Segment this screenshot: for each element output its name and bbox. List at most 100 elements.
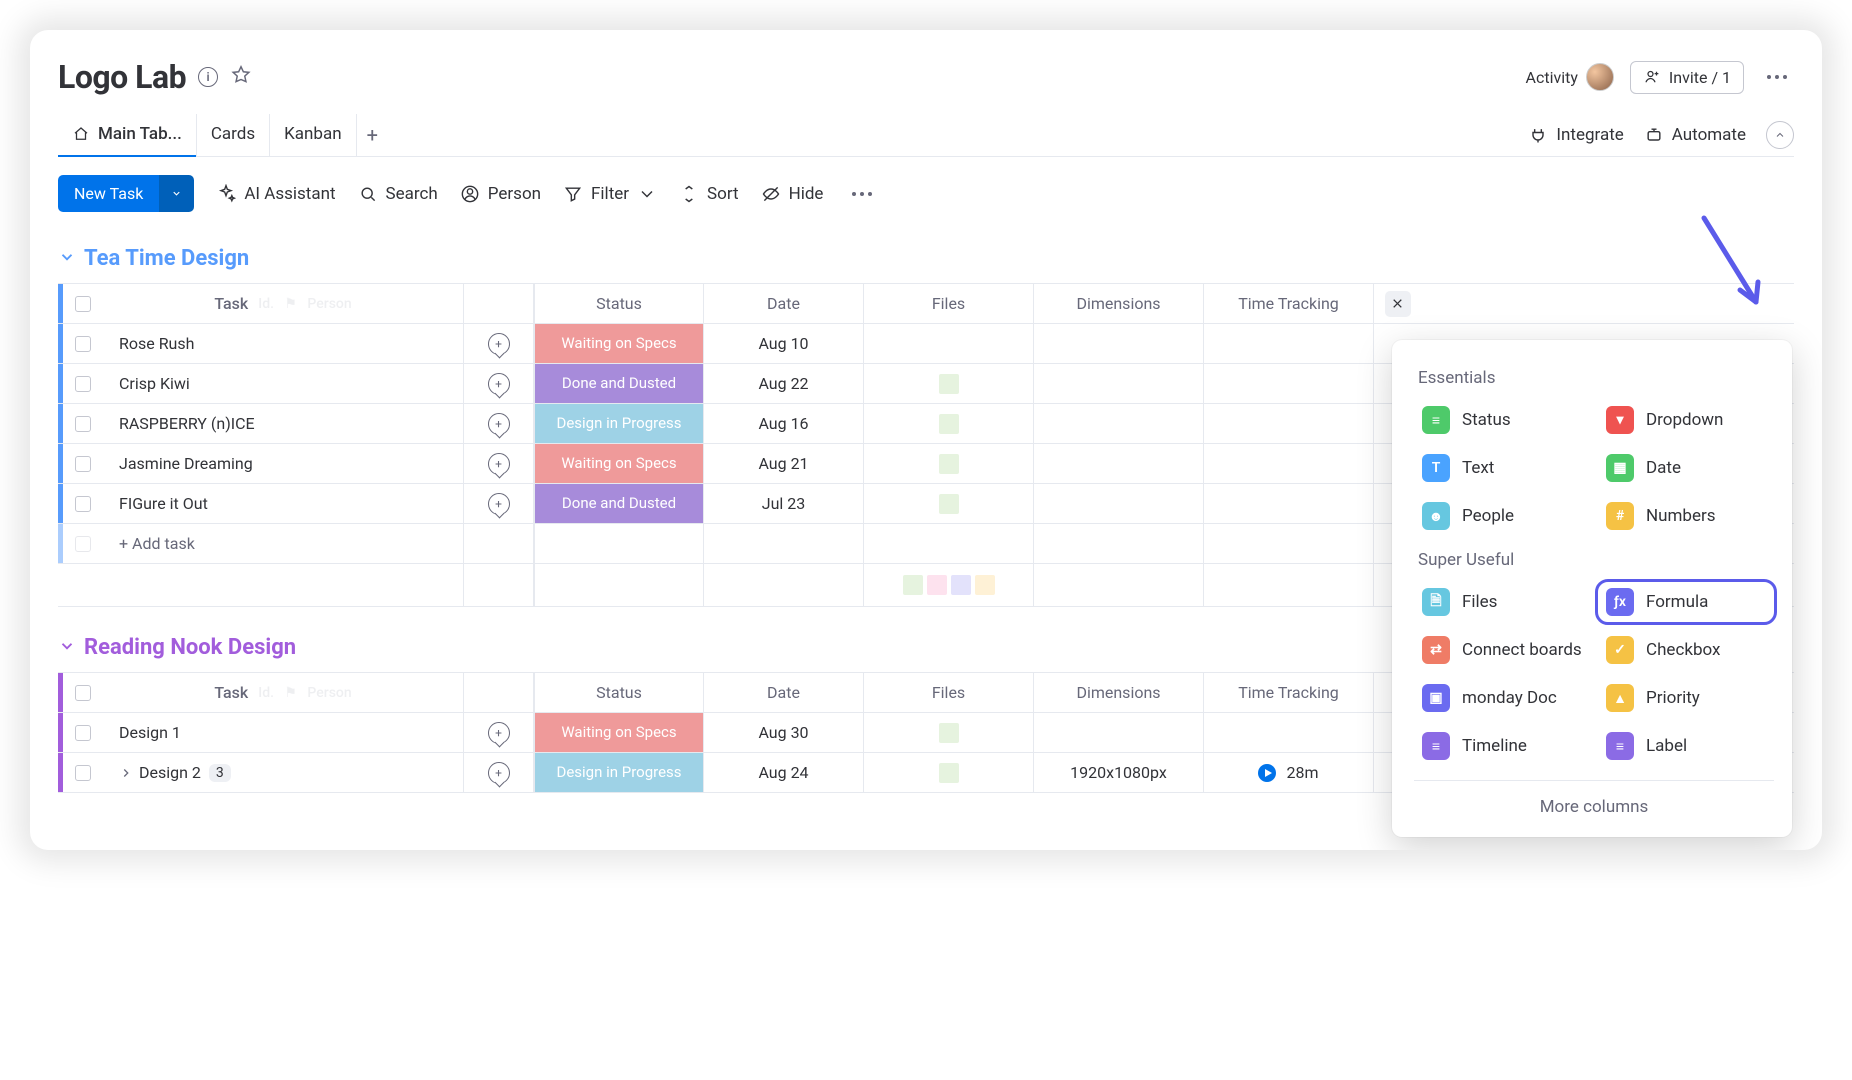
row-checkbox[interactable]	[75, 725, 91, 741]
status-cell[interactable]: Design in Progress	[535, 753, 703, 792]
integrate-button[interactable]: Integrate	[1528, 125, 1623, 145]
time-tracking-cell[interactable]	[1203, 713, 1373, 752]
column-type-option[interactable]: ƒxFormula	[1598, 582, 1774, 622]
dimensions-cell[interactable]	[1033, 364, 1203, 403]
col-header-time-tracking[interactable]: Time Tracking	[1203, 284, 1373, 323]
task-name-cell[interactable]: Jasmine Dreaming	[103, 444, 463, 483]
column-type-option[interactable]: ▲Priority	[1598, 678, 1774, 718]
date-cell[interactable]: Aug 24	[703, 753, 863, 792]
automate-button[interactable]: Automate	[1644, 125, 1746, 145]
date-cell[interactable]: Jul 23	[703, 484, 863, 523]
conversation-icon[interactable]: +	[488, 453, 510, 475]
column-type-option[interactable]: ☻People	[1414, 496, 1590, 536]
row-checkbox[interactable]	[75, 376, 91, 392]
col-header-time-tracking[interactable]: Time Tracking	[1203, 673, 1373, 712]
hide-button[interactable]: Hide	[761, 184, 824, 204]
files-cell[interactable]	[863, 713, 1033, 752]
conversation-icon[interactable]: +	[488, 762, 510, 784]
col-header-date[interactable]: Date	[703, 284, 863, 323]
status-cell[interactable]: Design in Progress	[535, 404, 703, 443]
tab-main-table[interactable]: Main Tab...	[58, 114, 197, 156]
ai-assistant-button[interactable]: AI Assistant	[216, 184, 335, 204]
col-header-dimensions[interactable]: Dimensions	[1033, 673, 1203, 712]
sort-button[interactable]: Sort	[679, 184, 739, 204]
date-cell[interactable]: Aug 21	[703, 444, 863, 483]
favorite-star-icon[interactable]	[230, 64, 252, 90]
col-header-status[interactable]: Status	[533, 284, 703, 323]
conversation-icon[interactable]: +	[488, 493, 510, 515]
files-cell[interactable]	[863, 753, 1033, 792]
task-name-cell[interactable]: Rose Rush	[103, 324, 463, 363]
time-tracking-cell[interactable]	[1203, 484, 1373, 523]
col-header-task[interactable]: TaskId. ⚑ Person	[103, 673, 463, 712]
status-cell[interactable]: Done and Dusted	[535, 484, 703, 523]
column-type-option[interactable]: 🗎Files	[1414, 582, 1590, 622]
add-view-button[interactable]: +	[357, 123, 385, 147]
col-header-task[interactable]: TaskId. ⚑ Person	[103, 284, 463, 323]
row-checkbox[interactable]	[75, 416, 91, 432]
info-icon[interactable]: i	[198, 67, 218, 87]
date-cell[interactable]: Aug 16	[703, 404, 863, 443]
files-cell[interactable]	[863, 324, 1033, 363]
collapse-header-button[interactable]	[1766, 121, 1794, 149]
row-checkbox[interactable]	[75, 765, 91, 781]
add-column-button[interactable]	[1373, 284, 1421, 323]
column-type-option[interactable]: TText	[1414, 448, 1590, 488]
conversation-icon[interactable]: +	[488, 333, 510, 355]
tab-cards[interactable]: Cards	[197, 114, 270, 156]
time-tracking-cell[interactable]	[1203, 404, 1373, 443]
column-type-option[interactable]: ⇄Connect boards	[1414, 630, 1590, 670]
task-name-cell[interactable]: Design 23	[103, 753, 463, 792]
invite-button[interactable]: Invite / 1	[1630, 61, 1744, 94]
dimensions-cell[interactable]: 1920x1080px	[1033, 753, 1203, 792]
person-filter-button[interactable]: Person	[460, 184, 541, 204]
col-header-files[interactable]: Files	[863, 284, 1033, 323]
time-tracking-cell[interactable]: 28m	[1203, 753, 1373, 792]
files-cell[interactable]	[863, 444, 1033, 483]
new-task-button[interactable]: New Task	[58, 175, 194, 212]
close-icon[interactable]	[1385, 291, 1411, 317]
col-header-dimensions[interactable]: Dimensions	[1033, 284, 1203, 323]
tab-kanban[interactable]: Kanban	[270, 114, 356, 156]
row-checkbox[interactable]	[75, 456, 91, 472]
dimensions-cell[interactable]	[1033, 324, 1203, 363]
activity-button[interactable]: Activity	[1526, 63, 1614, 91]
header-more-icon[interactable]	[1760, 60, 1794, 94]
conversation-icon[interactable]: +	[488, 373, 510, 395]
date-cell[interactable]: Aug 10	[703, 324, 863, 363]
column-type-option[interactable]: ≡Status	[1414, 400, 1590, 440]
status-cell[interactable]: Waiting on Specs	[535, 324, 703, 363]
conversation-icon[interactable]: +	[488, 413, 510, 435]
status-cell[interactable]: Waiting on Specs	[535, 444, 703, 483]
column-type-option[interactable]: #Numbers	[1598, 496, 1774, 536]
filter-button[interactable]: Filter	[563, 184, 657, 204]
new-task-dropdown[interactable]	[159, 175, 194, 212]
col-header-status[interactable]: Status	[533, 673, 703, 712]
task-name-cell[interactable]: FIGure it Out	[103, 484, 463, 523]
files-cell[interactable]	[863, 404, 1033, 443]
status-cell[interactable]: Waiting on Specs	[535, 713, 703, 752]
column-type-option[interactable]: ▦Date	[1598, 448, 1774, 488]
select-all-checkbox[interactable]	[75, 296, 91, 312]
column-type-option[interactable]: ≡Label	[1598, 726, 1774, 766]
play-icon[interactable]	[1258, 764, 1276, 782]
column-type-option[interactable]: ≡Timeline	[1414, 726, 1590, 766]
expand-subitems-icon[interactable]	[119, 766, 133, 780]
files-cell[interactable]	[863, 484, 1033, 523]
dimensions-cell[interactable]	[1033, 404, 1203, 443]
column-type-option[interactable]: ▾Dropdown	[1598, 400, 1774, 440]
dimensions-cell[interactable]	[1033, 484, 1203, 523]
search-button[interactable]: Search	[358, 184, 438, 204]
task-name-cell[interactable]: RASPBERRY (n)ICE	[103, 404, 463, 443]
group-title[interactable]: Tea Time Design	[58, 246, 1794, 271]
col-header-date[interactable]: Date	[703, 673, 863, 712]
select-all-checkbox[interactable]	[75, 685, 91, 701]
task-name-cell[interactable]: Design 1	[103, 713, 463, 752]
more-columns-button[interactable]: More columns	[1414, 780, 1774, 823]
date-cell[interactable]: Aug 30	[703, 713, 863, 752]
dimensions-cell[interactable]	[1033, 713, 1203, 752]
row-checkbox[interactable]	[75, 496, 91, 512]
add-task-button[interactable]: + Add task	[103, 524, 463, 563]
column-type-option[interactable]: ▣monday Doc	[1414, 678, 1590, 718]
conversation-icon[interactable]: +	[488, 722, 510, 744]
